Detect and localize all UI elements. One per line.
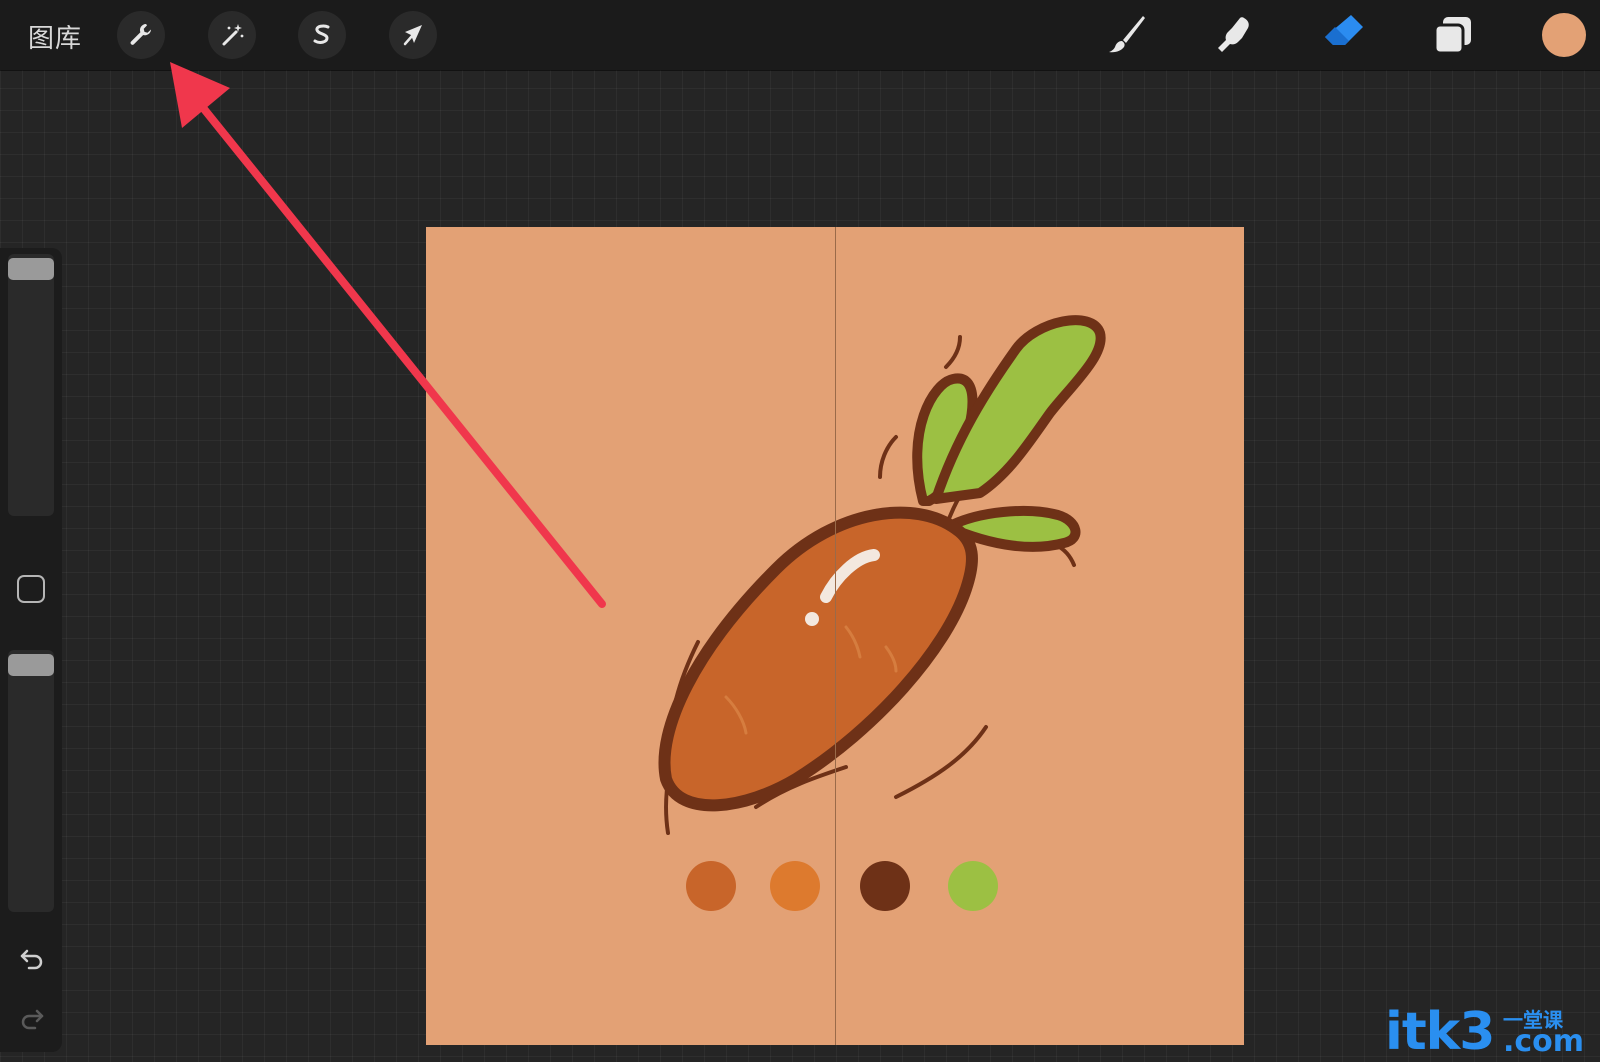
red-annotation-arrow: [170, 62, 606, 608]
watermark-domain: .com: [1503, 1024, 1585, 1059]
watermark-main: itk3: [1385, 1002, 1495, 1062]
watermark: itk3 一堂课 .com: [1385, 1002, 1584, 1062]
